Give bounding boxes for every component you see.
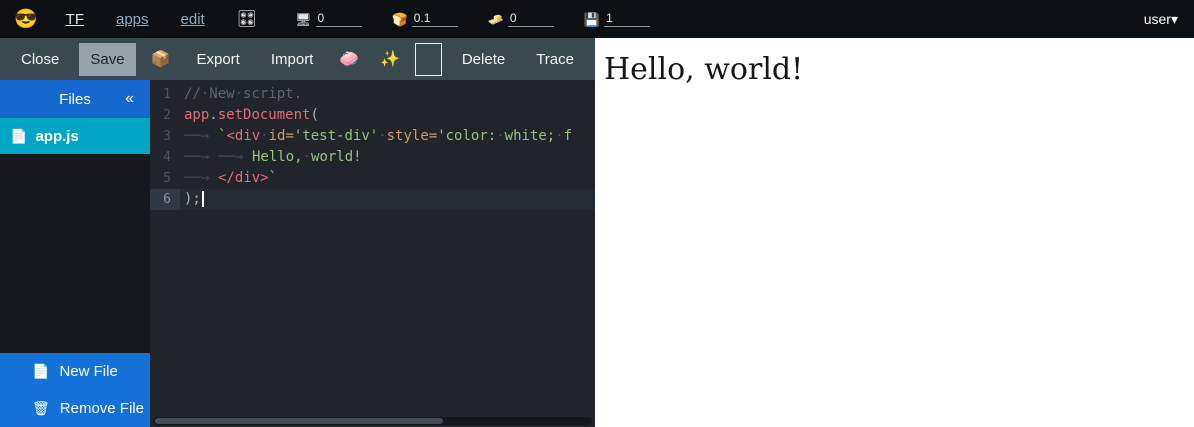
horizontal-scrollbar[interactable] [153, 417, 592, 425]
new-file-button[interactable]: 📄 New File [0, 353, 150, 390]
butter-stat: 🧈0 [488, 11, 554, 27]
bread-stat: 🍞 0.1 [392, 11, 458, 27]
line-number-5: 5 [150, 168, 180, 189]
floppy-stat-value: 1 [604, 11, 650, 27]
line-number-2: 2 [150, 105, 180, 126]
file-name: app.js [35, 128, 78, 145]
code-line-3[interactable]: 3──→`<div·id='test-div'·style='color:·wh… [150, 126, 595, 147]
code-line-5[interactable]: 5──→</div>` [150, 168, 595, 189]
monitor-stat-icon: 🖥 [295, 12, 312, 27]
floppy-stat-icon: 💾 [584, 12, 600, 27]
smiley-logo-icon[interactable]: 😎 [14, 7, 38, 31]
line-code-4: ──→──→Hello,·world! [180, 147, 362, 168]
export-button[interactable]: Export [185, 43, 250, 76]
new-file-button-label: New File [59, 363, 117, 380]
files-header: Files « [0, 80, 150, 118]
toolbar: Close Save 📦Export Import🧼✨ Delete Trace [0, 38, 595, 80]
code-line-2[interactable]: 2app.setDocument( [150, 105, 595, 126]
blank-button[interactable] [415, 43, 442, 76]
scrollbar-thumb[interactable] [155, 418, 443, 424]
bread-stat-value: 0.1 [412, 11, 458, 27]
collapse-sidebar-icon[interactable]: « [125, 90, 134, 108]
line-number-6: 6 [150, 189, 180, 210]
remove-file-button-label: Remove File [60, 400, 144, 417]
code-lines: 1//·New·script.2app.setDocument(3──→`<di… [150, 84, 595, 210]
line-number-3: 3 [150, 126, 180, 147]
floppy-stat: 💾1 [584, 11, 650, 27]
file-item-app.js[interactable]: 📄 app.js [0, 118, 150, 154]
delete-button[interactable]: Delete [451, 43, 516, 76]
line-code-1: //·New·script. [180, 84, 302, 105]
main-area: Close Save 📦Export Import🧼✨ Delete Trace File… [0, 38, 1194, 427]
bread-stat-icon: 🍞 [392, 12, 408, 27]
code-line-6[interactable]: 6); [150, 189, 595, 210]
status-meters: 🖥0🍞0.1🧈0💾1 [295, 11, 650, 27]
workspace: Files « 📄 app.js 📄 New File 🗑 Remove File 1/… [0, 80, 595, 427]
preview-heading: Hello, world! [604, 52, 1194, 87]
new-file-button-icon: 📄 [32, 363, 49, 380]
line-code-6: ); [180, 189, 204, 210]
tf-link[interactable]: TF [66, 11, 84, 28]
package-button[interactable]: 📦 [145, 41, 177, 77]
save-button[interactable]: Save [79, 43, 135, 76]
monitor-stat: 🖥0 [295, 11, 362, 27]
ide-panel: Close Save 📦Export Import🧼✨ Delete Trace File… [0, 38, 595, 427]
nav-links: TF apps edit [66, 11, 237, 28]
code-line-4[interactable]: 4──→──→Hello,·world! [150, 147, 595, 168]
topbar: 😎 TFappsedit 🎛 🖥0🍞0.1🧈0💾1 user▾ [0, 0, 1194, 38]
sidebar-spacer [0, 154, 150, 353]
line-code-2: app.setDocument( [180, 105, 319, 126]
sparkles-button[interactable]: ✨ [374, 41, 406, 77]
control-panel-icon[interactable]: 🎛 [237, 9, 257, 29]
user-menu[interactable]: user▾ [1144, 11, 1178, 28]
code-line-1[interactable]: 1//·New·script. [150, 84, 595, 105]
file-actions: 📄 New File 🗑 Remove File [0, 353, 150, 427]
app-preview: Hello, world! [595, 38, 1194, 427]
butter-stat-icon: 🧈 [488, 12, 504, 27]
line-code-5: ──→</div>` [180, 168, 277, 189]
remove-file-button[interactable]: 🗑 Remove File [0, 390, 150, 427]
monitor-stat-value: 0 [316, 11, 362, 27]
butter-stat-value: 0 [508, 11, 554, 27]
trace-button[interactable]: Trace [525, 43, 585, 76]
file-list: 📄 app.js [0, 118, 150, 154]
files-header-title: Files [59, 91, 91, 108]
soap-button[interactable]: 🧼 [333, 41, 365, 77]
import-button[interactable]: Import [260, 43, 325, 76]
line-number-4: 4 [150, 147, 180, 168]
apps-link[interactable]: apps [116, 11, 149, 28]
text-cursor [202, 191, 204, 207]
files-sidebar: Files « 📄 app.js 📄 New File 🗑 Remove File [0, 80, 150, 427]
line-number-1: 1 [150, 84, 180, 105]
edit-link[interactable]: edit [181, 11, 205, 28]
remove-file-button-icon: 🗑 [32, 400, 50, 417]
code-editor[interactable]: 1//·New·script.2app.setDocument(3──→`<di… [150, 80, 595, 427]
line-code-3: ──→`<div·id='test-div'·style='color:·whi… [180, 126, 572, 147]
close-button[interactable]: Close [10, 43, 70, 76]
file-icon: 📄 [10, 128, 27, 145]
